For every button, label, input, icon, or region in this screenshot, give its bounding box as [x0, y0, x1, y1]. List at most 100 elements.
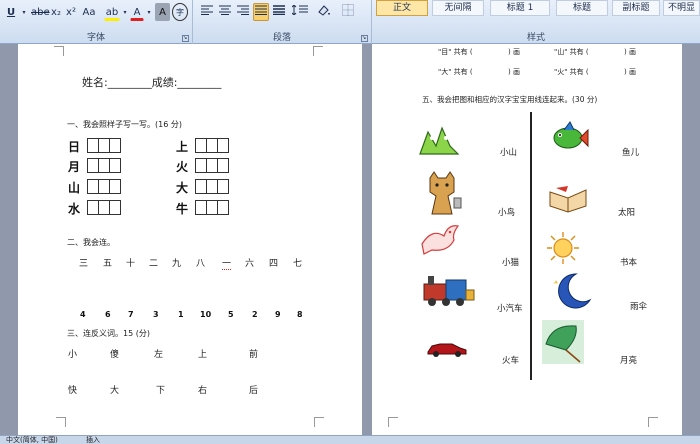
mountain-icon[interactable]: [418, 124, 460, 156]
chinese-numeral: 三: [79, 259, 89, 269]
chinese-numeral: 二: [149, 259, 159, 269]
chinese-numeral: 十: [126, 259, 136, 269]
word-label: 雨伞: [630, 302, 648, 312]
change-case-button[interactable]: Aa: [80, 3, 98, 21]
writing-grid[interactable]: [87, 200, 121, 215]
antonym-word: 快: [68, 386, 78, 396]
highlight-button[interactable]: ab: [104, 3, 120, 21]
enclose-characters-button[interactable]: 字: [172, 3, 188, 21]
arabic-numeral: 8: [297, 310, 303, 319]
antonym-word: 下: [156, 386, 166, 396]
paragraph-group-label: 段落: [272, 33, 291, 43]
superscript-button[interactable]: x²: [64, 3, 78, 21]
language-status[interactable]: 中文(简体, 中国): [6, 436, 58, 444]
style-title[interactable]: 标题: [556, 0, 608, 16]
insert-mode-status[interactable]: 插入: [86, 436, 100, 444]
arabic-numeral: 7: [128, 310, 134, 319]
antonym-word: 前: [249, 350, 259, 360]
underline-dropdown-icon[interactable]: ▾: [20, 3, 28, 21]
train-icon[interactable]: [420, 274, 476, 308]
antonym-word: 小: [68, 350, 78, 360]
underline-button[interactable]: U: [4, 3, 18, 21]
writing-grid[interactable]: [195, 158, 229, 173]
section2-title: 二、我会连。: [67, 238, 115, 247]
word-label: 太阳: [618, 208, 636, 218]
style-no-spacing[interactable]: 无间隔: [432, 0, 484, 16]
borders-icon[interactable]: [337, 3, 359, 21]
page-right[interactable]: "目" 共有 ( ) 画 "山" 共有 ( ) 画 "大" 共有 ( ) 画 "…: [372, 44, 682, 435]
antonym-word: 上: [198, 350, 208, 360]
arabic-numeral: 6: [105, 310, 111, 319]
arabic-numeral: 10: [200, 310, 212, 319]
word-label: 小鸟: [498, 208, 516, 218]
word-label: 小猫: [502, 258, 520, 268]
section1-title: 一、我会照样子写一写。(16 分): [67, 120, 182, 129]
styles-group-label: 样式: [526, 33, 545, 43]
align-right-icon[interactable]: [235, 3, 251, 21]
writing-grid[interactable]: [195, 138, 229, 153]
writing-grid[interactable]: [87, 179, 121, 194]
word-label: 小山: [500, 148, 518, 158]
styles-group: 正文 无间隔 标题 1 标题 副标题 不明显强调 样式: [372, 0, 700, 44]
chinese-numeral: 四: [269, 259, 279, 269]
distributed-icon[interactable]: [271, 3, 287, 21]
car-icon[interactable]: [426, 340, 468, 358]
antonym-word: 左: [154, 350, 164, 360]
crop-mark: [648, 417, 658, 427]
stroke-count-question: "山" 共有 (: [554, 48, 589, 56]
book-icon[interactable]: [548, 184, 588, 214]
paragraph-group: 段落 ↘: [193, 0, 372, 44]
chinese-numeral: 七: [293, 259, 303, 269]
writing-grid[interactable]: [87, 158, 121, 173]
crop-mark: [314, 417, 324, 427]
shading-icon[interactable]: [313, 3, 335, 21]
paragraph-dialog-launcher-icon[interactable]: ↘: [361, 35, 368, 42]
writing-grid[interactable]: [87, 138, 121, 153]
character-shading-button[interactable]: A: [155, 3, 170, 21]
strikethrough-button[interactable]: abe: [30, 3, 50, 21]
font-group: U ▾ abe x₂ x² Aa ab ▾ A ▾ A 字 字体 ↘: [0, 0, 193, 44]
fish-icon[interactable]: [546, 120, 590, 156]
crop-mark: [56, 417, 66, 427]
page-left[interactable]: 姓名:________成绩:________ 一、我会照样子写一写。(16 分)…: [18, 44, 362, 435]
practice-char: 水: [68, 202, 81, 216]
section5-title: 五、我会把图和相应的汉字宝宝用线连起来。(30 分): [422, 95, 598, 104]
moon-icon[interactable]: [548, 272, 592, 310]
chinese-numeral: 五: [103, 259, 113, 269]
font-color-button[interactable]: A: [130, 3, 144, 21]
align-left-icon[interactable]: [199, 3, 215, 21]
crop-mark: [313, 46, 323, 56]
writing-grid[interactable]: [195, 200, 229, 215]
subscript-button[interactable]: x₂: [49, 3, 63, 21]
align-center-icon[interactable]: [217, 3, 233, 21]
word-label: 月亮: [620, 356, 638, 366]
umbrella-icon[interactable]: [542, 320, 584, 364]
line-spacing-icon[interactable]: [289, 3, 311, 21]
stroke-count-question: "大" 共有 (: [438, 68, 473, 76]
practice-char: 上: [176, 140, 189, 154]
document-area[interactable]: 姓名:________成绩:________ 一、我会照样子写一写。(16 分)…: [0, 44, 700, 435]
column-divider: [530, 112, 532, 380]
chinese-numeral: 九: [172, 259, 182, 269]
word-label: 火车: [502, 356, 520, 366]
font-color-dropdown-icon[interactable]: ▾: [145, 3, 153, 21]
arabic-numeral: 4: [80, 310, 86, 319]
highlight-dropdown-icon[interactable]: ▾: [121, 3, 129, 21]
style-subtitle[interactable]: 副标题: [612, 0, 660, 16]
style-heading-1[interactable]: 标题 1: [490, 0, 550, 16]
arabic-numeral: 3: [153, 310, 159, 319]
practice-char: 牛: [176, 202, 189, 216]
arabic-numeral: 5: [228, 310, 234, 319]
dove-icon[interactable]: [418, 222, 462, 258]
style-subtle-emphasis[interactable]: 不明显强调: [663, 0, 700, 16]
style-normal[interactable]: 正文: [376, 0, 428, 16]
practice-char: 山: [68, 181, 81, 195]
cat-icon[interactable]: [422, 170, 464, 216]
antonym-word: 傻: [110, 350, 120, 360]
font-dialog-launcher-icon[interactable]: ↘: [182, 35, 189, 42]
writing-grid[interactable]: [195, 179, 229, 194]
sun-icon[interactable]: [544, 230, 582, 266]
justify-icon[interactable]: [253, 3, 269, 21]
chinese-numeral: 六: [245, 259, 255, 269]
chinese-numeral: 八: [196, 259, 206, 269]
